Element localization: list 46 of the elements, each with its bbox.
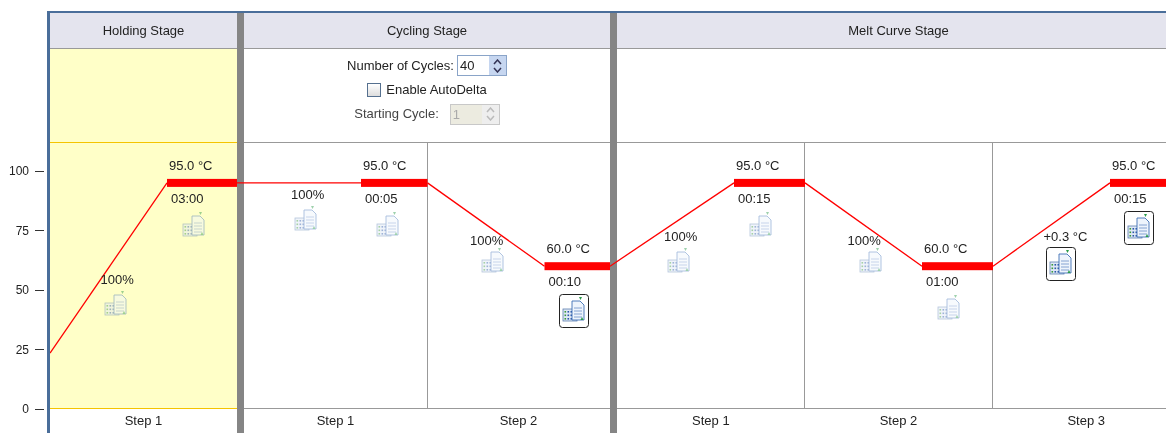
hold-bar[interactable] bbox=[361, 178, 428, 187]
hold-bar[interactable] bbox=[544, 262, 610, 271]
data-collection-icon[interactable] bbox=[558, 294, 589, 329]
time-label: 00:15 bbox=[1114, 190, 1147, 206]
step-label: Step 2 bbox=[499, 412, 538, 431]
field-label: Starting Cycle: bbox=[354, 105, 439, 124]
stage-header[interactable]: Melt Curve Stage bbox=[617, 13, 1166, 49]
stage-header[interactable]: Cycling Stage bbox=[244, 13, 610, 49]
axis-tick-label: 25 bbox=[15, 341, 29, 359]
axis-tick-label: 50 bbox=[15, 282, 29, 299]
step-label: Step 1 bbox=[316, 412, 355, 431]
axis-tick-label: 100 bbox=[8, 163, 29, 180]
stage-header[interactable]: Holding Stage bbox=[50, 13, 237, 49]
axis-tick-label: 0 bbox=[22, 401, 29, 418]
checkbox[interactable] bbox=[367, 82, 382, 97]
temperature-label: 95.0 °C bbox=[363, 157, 407, 173]
axis-tick-label: 75 bbox=[15, 222, 29, 240]
time-label: 01:00 bbox=[926, 274, 959, 290]
data-collection-icon[interactable] bbox=[1124, 210, 1154, 245]
time-label: 00:10 bbox=[548, 274, 582, 290]
data-collection-icon[interactable] bbox=[1045, 246, 1076, 281]
time-label: 00:15 bbox=[738, 190, 771, 206]
ramp-label: 100% bbox=[100, 272, 134, 287]
hold-bar[interactable] bbox=[734, 178, 805, 187]
ramp-label: +0.3 °C bbox=[1043, 228, 1088, 244]
time-label: 03:00 bbox=[171, 190, 204, 206]
temperature-label: 95.0 °C bbox=[1112, 157, 1156, 173]
field-label: Number of Cycles: bbox=[347, 56, 454, 75]
temperature-label: 60.0 °C bbox=[924, 241, 968, 257]
checkbox-label: Enable AutoDelta bbox=[386, 81, 487, 99]
ramp-label: 100% bbox=[470, 232, 504, 248]
temperature-label: 95.0 °C bbox=[169, 157, 213, 173]
hold-bar[interactable] bbox=[1110, 178, 1166, 187]
cycles-spinner[interactable]: 40 bbox=[456, 55, 507, 76]
step-label: Step 1 bbox=[692, 412, 730, 431]
temperature-label: 60.0 °C bbox=[546, 241, 590, 257]
step-label: Step 3 bbox=[1067, 412, 1105, 431]
step-label: Step 1 bbox=[124, 412, 163, 431]
ramp-label: 100% bbox=[847, 232, 881, 248]
temperature-label: 95.0 °C bbox=[736, 157, 780, 173]
hold-bar[interactable] bbox=[167, 178, 237, 187]
ramp-label: 100% bbox=[291, 186, 325, 202]
ramp-label: 100% bbox=[664, 228, 698, 244]
hold-bar[interactable] bbox=[922, 262, 993, 271]
step-label: Step 2 bbox=[879, 412, 918, 431]
time-label: 00:05 bbox=[365, 190, 398, 206]
